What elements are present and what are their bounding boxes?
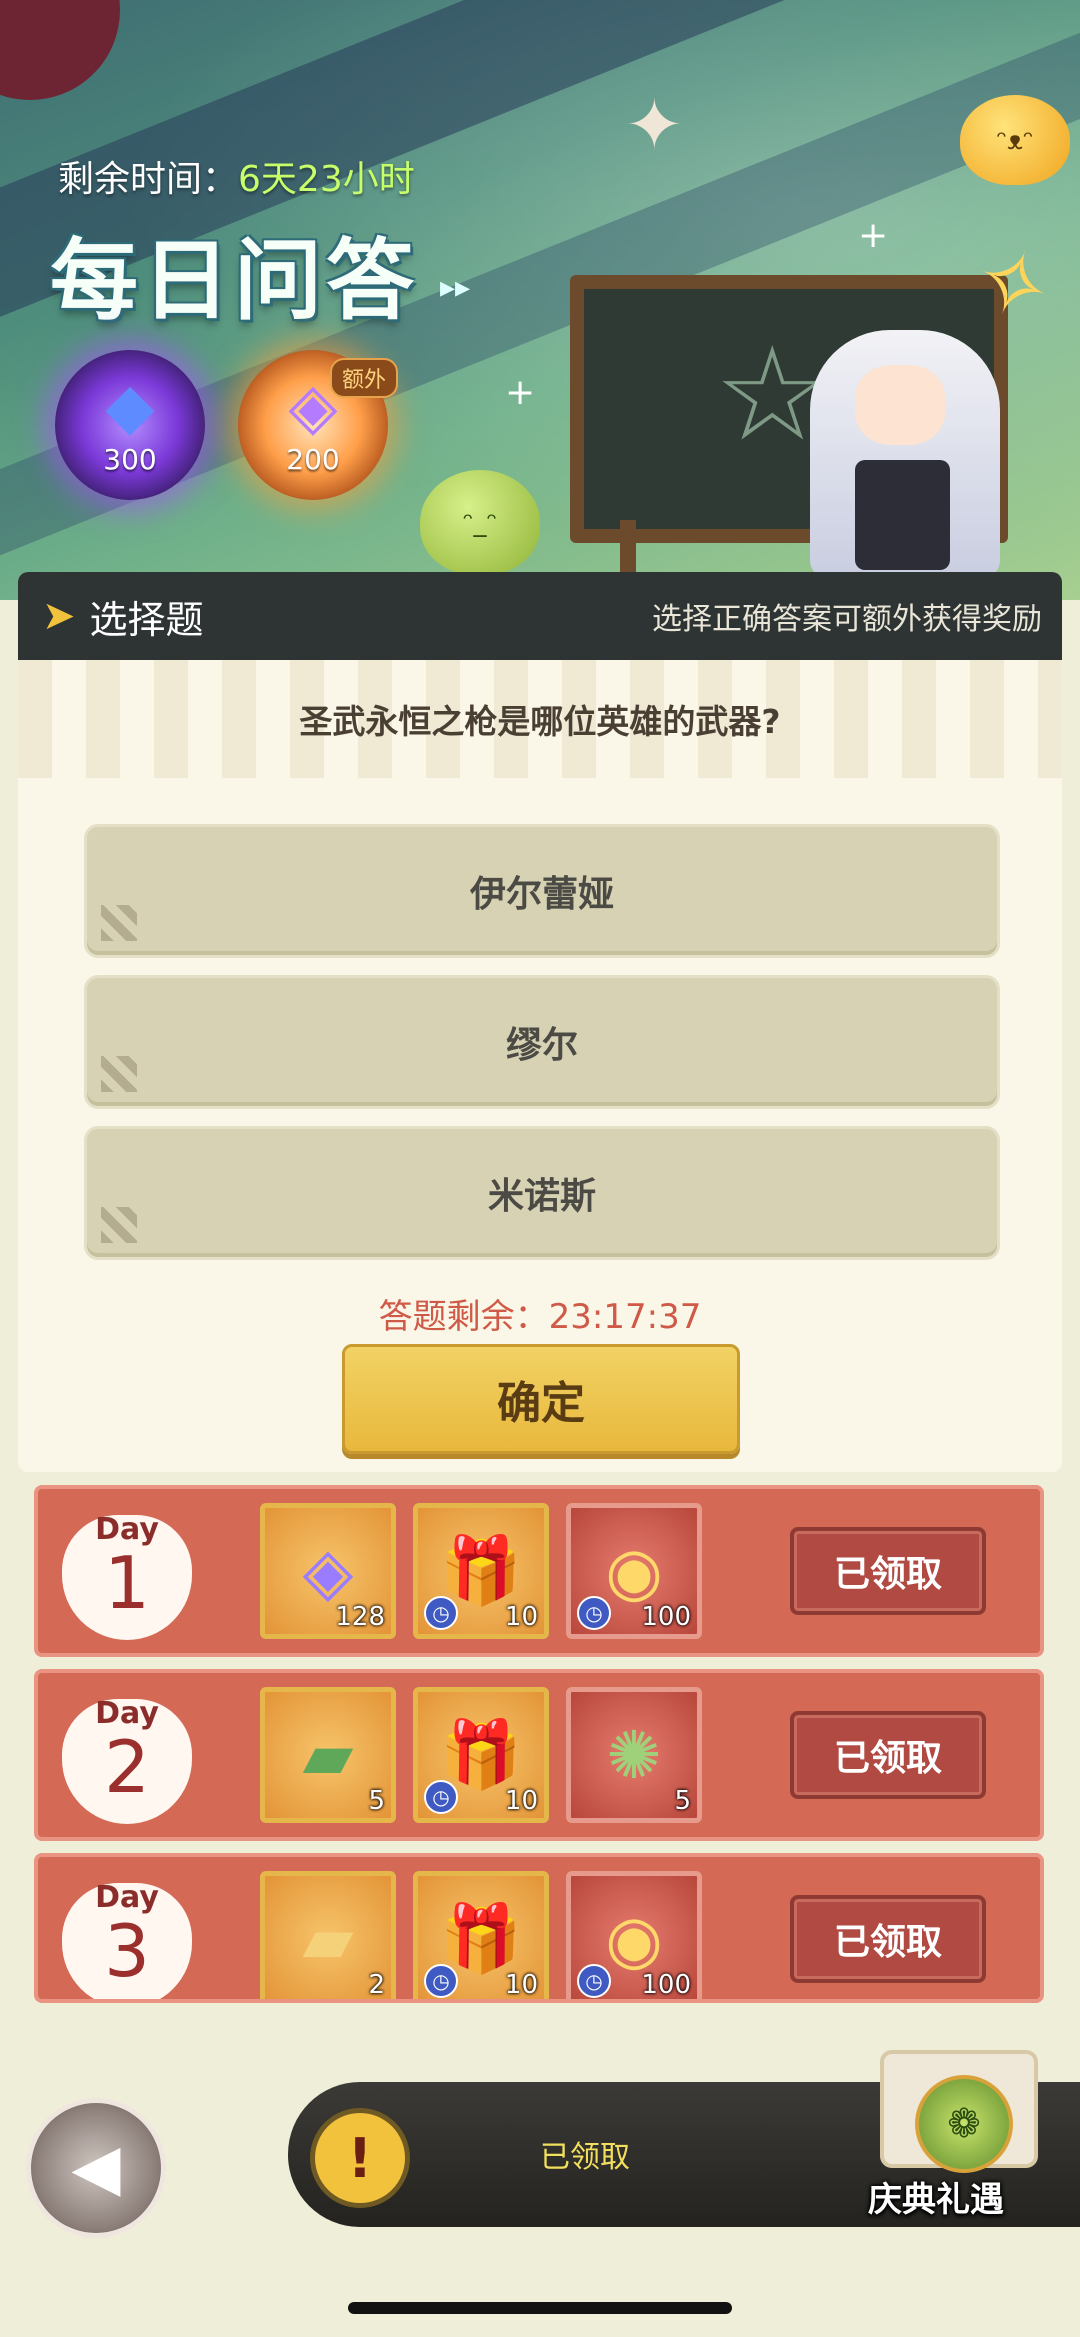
clock-icon: ◷ (424, 1780, 458, 1814)
day-number: 3 (104, 1908, 150, 1993)
quiz-header: ➤ 选择题 选择正确答案可额外获得奖励 (18, 572, 1062, 660)
green-emblem-icon: ✺ (606, 1716, 662, 1794)
page-title: 每日问答 (50, 229, 419, 332)
answer-option-label: 伊尔蕾娅 (469, 874, 614, 915)
corner-pattern (101, 1056, 137, 1092)
answer-option-3[interactable]: 米诺斯 (84, 1126, 1000, 1260)
item-quantity: 10 (504, 1786, 538, 1816)
item-quantity: 10 (504, 1602, 538, 1632)
bell-medal-icon: ◉ (605, 1532, 663, 1610)
claimed-button[interactable]: 已领取 (790, 1895, 986, 1983)
day-number: 1 (104, 1540, 150, 1625)
confirm-button[interactable]: 确定 (342, 1344, 740, 1454)
gift-box-icon: 🎁 (439, 1716, 523, 1793)
day-badge: Day 1 (52, 1495, 202, 1645)
corner-pattern (101, 1207, 137, 1243)
day-number: 2 (104, 1724, 150, 1809)
sparkle-icon: + (858, 215, 889, 256)
reward-item[interactable]: ◈ 128 (260, 1503, 396, 1639)
item-quantity: 100 (641, 1970, 691, 2000)
sparkle-icon: + (505, 372, 536, 413)
gold-ticket-icon: ▰ (302, 1900, 354, 1978)
clock-icon: ◷ (424, 1964, 458, 1998)
gift-box-icon: 🎁 (439, 1532, 523, 1609)
answer-option-label: 米诺斯 (487, 1176, 596, 1217)
arrow-right-icon: ➤ (42, 593, 76, 639)
quiz-panel: ➤ 选择题 选择正确答案可额外获得奖励 圣武永恒之枪是哪位英雄的武器? 伊尔蕾娅… (18, 572, 1062, 1472)
remaining-time-value: 6天23小时 (238, 159, 415, 200)
back-button[interactable]: ◀ (26, 2098, 166, 2238)
question-text: 圣武永恒之枪是哪位英雄的武器? (299, 702, 781, 741)
corner-pattern (101, 905, 137, 941)
day-reward-row-1: Day 1 ◈ 128 🎁 ◷ 10 ◉ ◷ 100 已领取 (34, 1485, 1044, 1657)
reward-item[interactable]: ◉ ◷ 100 (566, 1871, 702, 2000)
ticket-icon: ▰ (302, 1716, 354, 1794)
sparkle-icon: ✦ (625, 84, 684, 166)
festival-gift-label: 庆典礼遇 (868, 2180, 1004, 2220)
gift-box-icon: 🎁 (439, 1900, 523, 1977)
item-quantity: 2 (368, 1970, 385, 2000)
exclamation-icon: ! (310, 2108, 410, 2208)
bell-medal-icon: ◉ (605, 1900, 663, 1978)
green-gem-icon: ❁ (915, 2075, 1013, 2173)
reward-orb-crystal[interactable]: ◆ 300 (55, 350, 205, 500)
diamond-icon: ◈ (302, 1532, 354, 1610)
item-quantity: 128 (335, 1602, 385, 1632)
staff-icon: ✧ (959, 222, 1067, 347)
banner-decoration (0, 0, 120, 100)
home-indicator[interactable] (348, 2302, 732, 2314)
quiz-hint: 选择正确答案可额外获得奖励 (652, 602, 1042, 637)
back-arrow-icon: ◀ (71, 2131, 121, 2205)
reward-item[interactable]: ▰ 5 (260, 1687, 396, 1823)
reward-item[interactable]: 🎁 ◷ 10 (413, 1687, 549, 1823)
clock-icon: ◷ (577, 1964, 611, 1998)
day-badge: Day 3 (52, 1863, 202, 1999)
event-banner: ✦ + + ✦ 剩余时间：6天23小时 每日问答 ▸▸ ◆ 300 ◈ 200 … (0, 0, 1080, 600)
reward-item[interactable]: ✺ 5 (566, 1687, 702, 1823)
claimed-button[interactable]: 已领取 (790, 1711, 986, 1799)
answer-option-2[interactable]: 缪尔 (84, 975, 1000, 1109)
reward-item[interactable]: ◉ ◷ 100 (566, 1503, 702, 1639)
character-dress (855, 460, 950, 570)
item-quantity: 100 (641, 1602, 691, 1632)
remaining-time: 剩余时间：6天23小时 (58, 150, 415, 202)
clock-icon: ◷ (577, 1596, 611, 1630)
question-band: 圣武永恒之枪是哪位英雄的武器? (18, 660, 1062, 778)
yellow-slime-icon: ᵔᴥᵔ (960, 95, 1070, 185)
day-reward-row-3: Day 3 ▰ 2 🎁 ◷ 10 ◉ ◷ 100 已领取 (34, 1853, 1044, 2003)
remaining-time-label: 剩余时间： (58, 159, 239, 200)
double-chevron-icon: ▸▸ (440, 270, 471, 305)
reward-item[interactable]: 🎁 ◷ 10 (413, 1871, 549, 2000)
character-face (855, 365, 945, 445)
answer-countdown: 答题剩余：23:17:37 (18, 1289, 1062, 1338)
section-label: 选择题 (89, 597, 204, 642)
reward-amount: 300 (103, 442, 157, 476)
reward-item[interactable]: 🎁 ◷ 10 (413, 1503, 549, 1639)
item-quantity: 5 (368, 1786, 385, 1816)
day-badge: Day 2 (52, 1679, 202, 1829)
blue-crystal-icon: ◆ (105, 369, 155, 444)
answer-option-1[interactable]: 伊尔蕾娅 (84, 824, 1000, 958)
reward-amount: 200 (286, 442, 340, 476)
countdown-value: 23:17:37 (548, 1297, 702, 1337)
item-quantity: 10 (504, 1970, 538, 2000)
reward-item[interactable]: ▰ 2 (260, 1871, 396, 2000)
character-illustration (800, 330, 1010, 580)
extra-badge: 额外 (330, 358, 399, 398)
day-reward-row-2: Day 2 ▰ 5 🎁 ◷ 10 ✺ 5 已领取 (34, 1669, 1044, 1841)
answer-option-label: 缪尔 (505, 1025, 578, 1066)
item-quantity: 5 (674, 1786, 691, 1816)
clock-icon: ◷ (424, 1596, 458, 1630)
countdown-label: 答题剩余： (378, 1297, 549, 1337)
notice-text: 已领取 (540, 2140, 630, 2175)
green-slime-icon: ᵔ_ᵔ (420, 470, 540, 575)
claimed-button[interactable]: 已领取 (790, 1527, 986, 1615)
